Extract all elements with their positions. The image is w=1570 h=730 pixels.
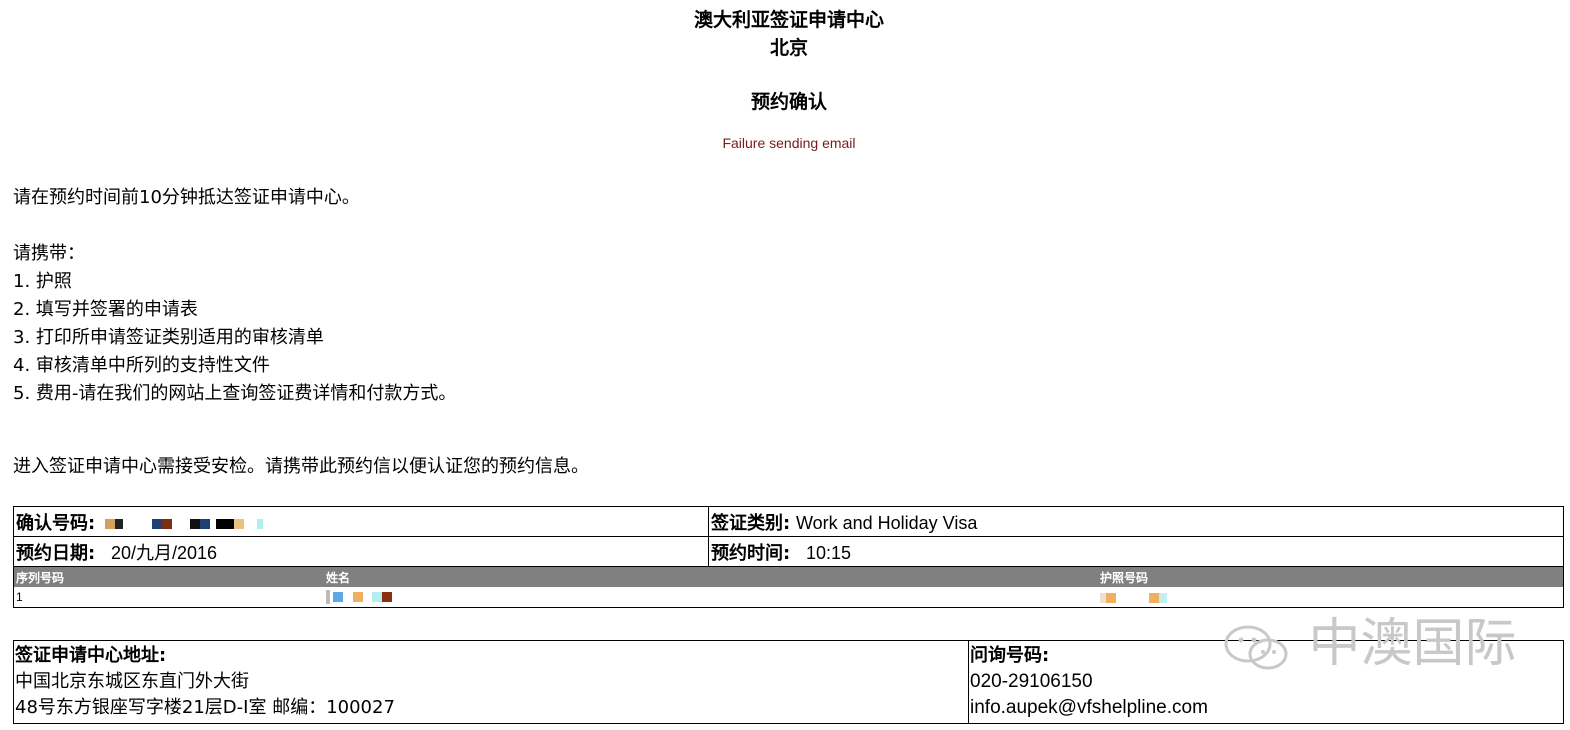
confirmation-title: 预约确认: [750, 91, 827, 113]
col-name: 姓名: [324, 567, 1098, 587]
bring-item-3: 3. 打印所申请签证类别适用的审核清单: [13, 327, 324, 348]
watermark-text: 中澳国际: [1308, 614, 1517, 674]
visa-type-value: Work and Holiday Visa: [795, 512, 978, 533]
redacted-name: [324, 587, 1098, 607]
redacted-passport: [1098, 587, 1563, 607]
page-header: 澳大利亚签证申请中心 北京 预约确认 Failure sending email: [0, 6, 1570, 152]
date-cell: 预约日期: 20/九月/2016: [13, 536, 709, 567]
col-passport: 护照号码: [1098, 567, 1563, 587]
appointment-table: 确认号码: 签证类别: Work and Holiday Visa 预约日期: …: [13, 506, 1564, 608]
error-message: Failure sending email: [722, 135, 856, 151]
address-line-2: 48号东方银座写字楼21层D-I室 邮编：100027: [15, 697, 395, 718]
watermark: 中澳国际: [1222, 612, 1517, 676]
bring-item-1: 1. 护照: [13, 271, 72, 292]
bring-item-5: 5. 费用-请在我们的网站上查询签证费详情和付款方式。: [13, 383, 457, 404]
bring-item-2: 2. 填写并签署的申请表: [13, 299, 198, 320]
time-value: 10:15: [805, 542, 851, 563]
confirmation-label: 确认号码: [16, 512, 88, 534]
center-name: 澳大利亚签证申请中心: [693, 9, 884, 31]
date-value: 20/九月/2016: [110, 542, 218, 563]
arrive-note: 请在预约时间前10分钟抵达签证申请中心。: [13, 187, 360, 208]
bring-label: 请携带：: [13, 243, 85, 264]
address-cell: 签证申请中心地址: 中国北京东城区东直门外大街 48号东方银座写字楼21层D-I…: [13, 640, 969, 724]
redacted-confirmation: [104, 513, 264, 534]
wechat-icon: [1224, 625, 1288, 670]
security-note: 进入签证申请中心需接受安检。请携带此预约信以便认证您的预约信息。: [13, 456, 589, 477]
col-seq: 序列号码: [14, 567, 324, 587]
address-line-1: 中国北京东城区东直门外大街: [15, 671, 249, 692]
confirmation-cell: 确认号码:: [13, 506, 709, 537]
applicants-table: 序列号码 姓名 护照号码 1: [14, 567, 1563, 607]
address-label: 签证申请中心地址:: [15, 645, 167, 666]
visa-type-label: 签证类别:: [711, 512, 791, 534]
time-cell: 预约时间: 10:15: [708, 536, 1564, 567]
time-label: 预约时间:: [711, 542, 791, 564]
bring-item-4: 4. 审核清单中所列的支持性文件: [13, 355, 270, 376]
applicant-seq: 1: [16, 590, 23, 604]
applicants-cell: 序列号码 姓名 护照号码 1: [13, 566, 1564, 608]
visa-type-cell: 签证类别: Work and Holiday Visa: [708, 506, 1564, 537]
email-address: info.aupek@vfshelpline.com: [970, 697, 1208, 718]
instructions: 请在预约时间前10分钟抵达签证申请中心。 请携带： 1. 护照 2. 填写并签署…: [13, 184, 456, 408]
table-row: 1: [14, 587, 1563, 607]
date-label: 预约日期:: [16, 542, 96, 564]
city-name: 北京: [769, 37, 808, 59]
